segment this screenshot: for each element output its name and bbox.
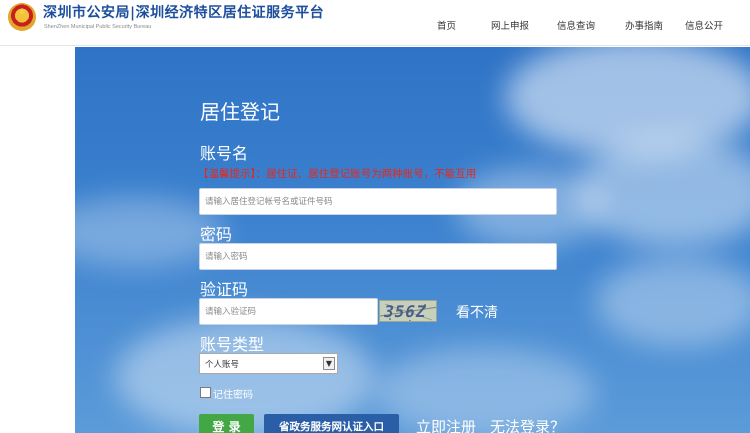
captcha-text: 356Z xyxy=(381,302,429,321)
gov-auth-button[interactable]: 省政务服务网认证入口 xyxy=(264,414,399,433)
site-subtitle: ShenZhen Municipal Public Security Burea… xyxy=(44,24,152,30)
account-type-label: 账号类型 xyxy=(200,335,265,354)
captcha-image[interactable]: 356Z xyxy=(379,300,437,322)
police-emblem-icon: ★ xyxy=(8,3,36,31)
password-label: 密码 xyxy=(200,225,233,244)
cloud xyxy=(575,137,750,247)
site-title: 深圳市公安局|深圳经济特区居住证服务平台 xyxy=(43,5,325,21)
cannot-login-link[interactable]: 无法登录？ xyxy=(490,416,565,433)
nav-guide[interactable]: 办事指南 xyxy=(625,18,663,32)
warm-tip: 【温馨提示】：居住证、居住登记账号为两种账号，不能互用 xyxy=(198,168,477,180)
nav-info-public[interactable]: 信息公开 xyxy=(685,18,723,32)
site-header: ★ 深圳市公安局|深圳经济特区居住证服务平台 ShenZhen Municipa… xyxy=(0,0,750,46)
account-input[interactable] xyxy=(199,188,557,215)
emblem-star-icon: ★ xyxy=(17,7,27,18)
account-type-value: 个人账号 xyxy=(205,360,240,370)
password-input[interactable] xyxy=(199,243,557,270)
cloud xyxy=(595,257,750,347)
remember-password-label[interactable]: 记住密码 xyxy=(213,386,253,401)
captcha-input[interactable] xyxy=(199,298,378,325)
nav-home[interactable]: 首页 xyxy=(437,18,456,32)
account-label: 账号名 xyxy=(200,144,249,163)
sky-background xyxy=(75,47,750,433)
remember-password-checkbox[interactable] xyxy=(200,387,211,398)
login-button[interactable]: 登 录 xyxy=(199,414,254,433)
nav-online-apply[interactable]: 网上申报 xyxy=(491,18,529,32)
nav-info-query[interactable]: 信息查询 xyxy=(557,18,595,32)
captcha-label: 验证码 xyxy=(200,280,249,299)
chevron-down-icon: ▼ xyxy=(323,357,335,370)
form-title: 居住登记 xyxy=(200,100,280,124)
register-link[interactable]: 立即注册 xyxy=(416,416,476,433)
refresh-captcha-link[interactable]: 看不清 xyxy=(456,302,498,322)
left-margin xyxy=(0,47,75,433)
account-type-select[interactable]: 个人账号 ▼ xyxy=(199,353,338,374)
